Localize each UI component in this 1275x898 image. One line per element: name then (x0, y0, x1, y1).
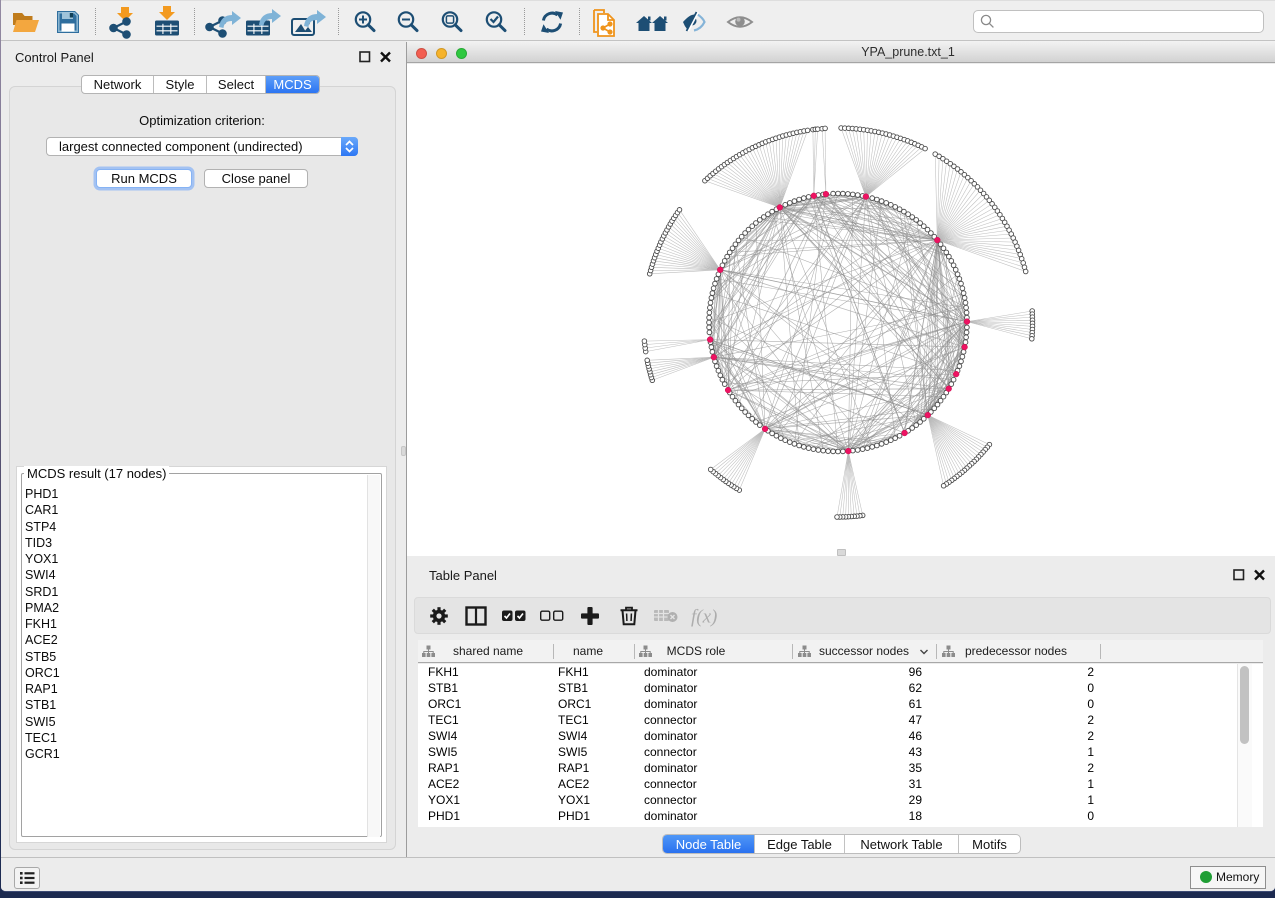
svg-text:f(x): f(x) (691, 607, 717, 628)
